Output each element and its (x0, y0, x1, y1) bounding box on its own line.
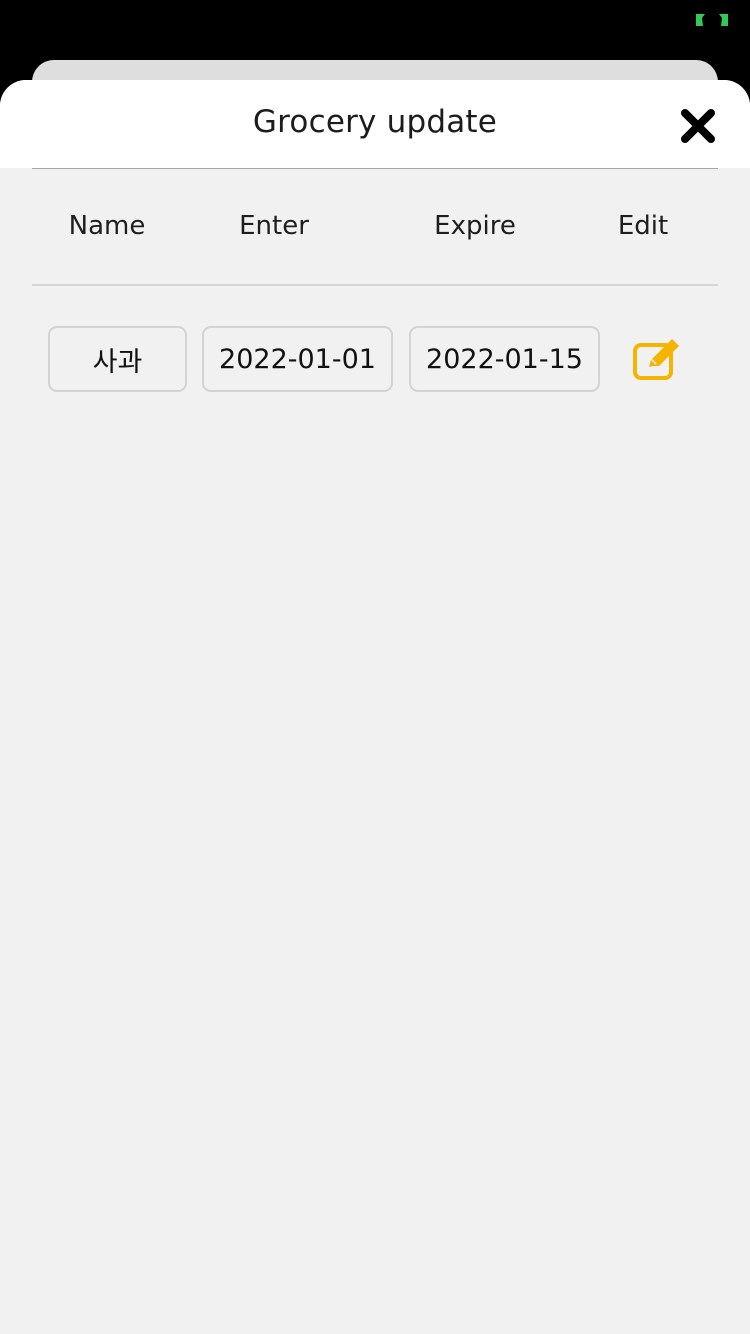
screen-mirroring-icon (696, 14, 728, 26)
expire-date-field[interactable]: 2022-01-15 (409, 326, 600, 392)
table-row: 사과 2022-01-01 2022-01-15 (0, 326, 750, 396)
close-icon[interactable] (678, 106, 718, 146)
grocery-update-sheet: Grocery update Name Enter Expire Edit 사과… (0, 80, 750, 1334)
column-header-name: Name (68, 211, 146, 241)
name-field[interactable]: 사과 (48, 326, 187, 392)
column-header-enter: Enter (239, 211, 309, 241)
app-screen: Grocery update Name Enter Expire Edit 사과… (0, 0, 750, 1334)
table-header: Name Enter Expire Edit (0, 169, 750, 285)
column-header-edit: Edit (617, 211, 669, 241)
enter-date-field[interactable]: 2022-01-01 (202, 326, 393, 392)
sheet-title: Grocery update (252, 104, 498, 140)
sheet-header: Grocery update (0, 80, 750, 168)
table-header-divider (32, 284, 718, 286)
edit-icon[interactable] (632, 338, 684, 382)
column-header-expire: Expire (434, 211, 516, 241)
